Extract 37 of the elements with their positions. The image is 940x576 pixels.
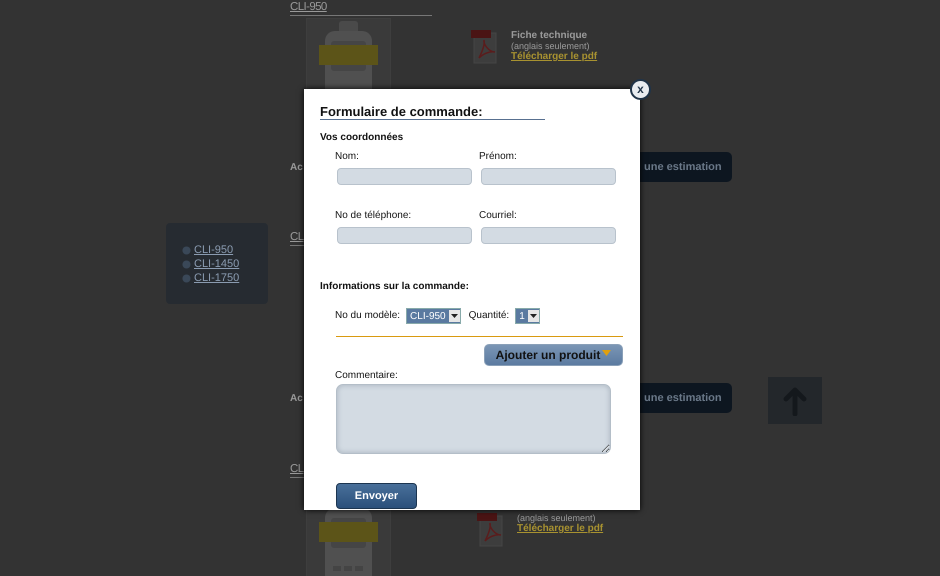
input-field[interactable]: [481, 227, 616, 244]
caret-icon: [530, 314, 537, 318]
action-label: Ac: [290, 392, 303, 404]
download-link[interactable]: Télécharger le pdf: [517, 523, 604, 534]
dialog-title: Formulaire de commande:: [320, 105, 545, 120]
input-field[interactable]: [481, 168, 616, 185]
datasheet-title: Fiche technique: [511, 30, 588, 41]
comment-field[interactable]: [336, 384, 611, 454]
action-label: Ac: [290, 162, 303, 172]
field-label: Commentaire:: [335, 370, 399, 382]
datasheet-note: (anglais seulement): [511, 41, 591, 51]
sidebar-link[interactable]: CLI-1450: [182, 258, 268, 271]
field-label: Courriel:: [479, 210, 518, 222]
scroll-top-button[interactable]: [768, 377, 822, 424]
download-link[interactable]: Télécharger le pdf: [511, 51, 598, 62]
close-button[interactable]: x: [630, 79, 651, 100]
field-label: No du modèle:: [335, 310, 400, 322]
add-product-button[interactable]: Ajouter un produit: [484, 344, 623, 366]
section-heading: Vos coordonnées: [320, 132, 404, 143]
input-field[interactable]: [337, 227, 472, 244]
field-label: Nom:: [335, 151, 360, 163]
field-label: No de téléphone:: [335, 210, 412, 222]
section-heading: Informations sur la commande:: [320, 281, 470, 292]
field-label: Prénom:: [479, 151, 518, 163]
product-heading[interactable]: CL: [290, 231, 304, 243]
caret-icon: [450, 314, 458, 318]
field-label: Quantité:: [468, 310, 510, 322]
caret-icon: [602, 350, 612, 356]
sidebar-link[interactable]: CLI-1750: [182, 272, 268, 285]
input-field[interactable]: [337, 168, 472, 185]
sidebar-link[interactable]: CLI-950: [182, 244, 268, 257]
model-select[interactable]: CLI-950: [406, 308, 461, 324]
datasheet-note: (anglais seulement): [517, 513, 597, 523]
quantity-select[interactable]: 1: [515, 308, 540, 324]
product-heading[interactable]: CL: [290, 463, 304, 475]
send-button[interactable]: Envoyer: [336, 483, 417, 509]
product-heading[interactable]: CLI-950: [290, 1, 327, 13]
